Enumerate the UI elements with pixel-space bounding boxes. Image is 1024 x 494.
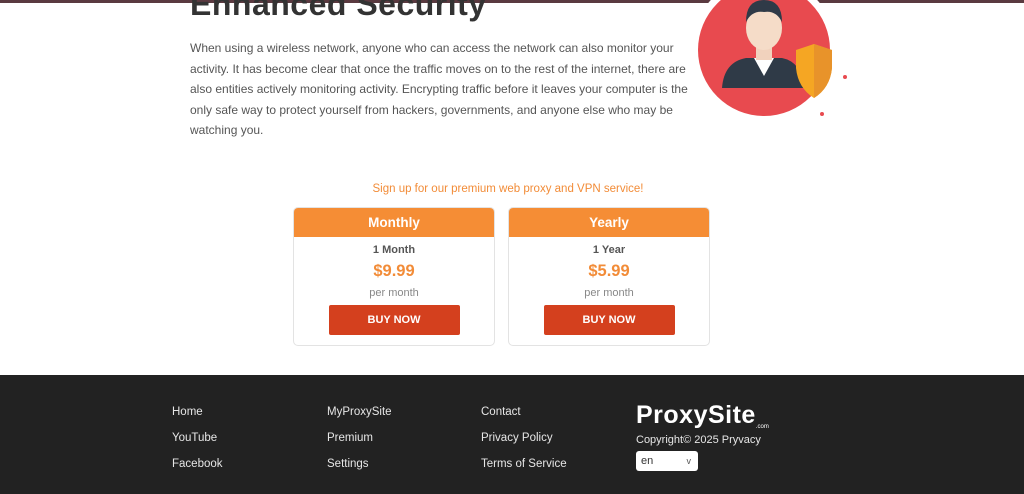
plan-period: per month — [369, 287, 419, 299]
footer-link-youtube[interactable]: YouTube — [172, 431, 223, 457]
signup-prompt: Sign up for our premium web proxy and VP… — [372, 183, 644, 195]
footer-column-2: MyProxySite Premium Settings — [327, 405, 392, 483]
plan-duration: 1 Year — [592, 244, 626, 256]
buy-now-button-yearly[interactable]: BUY NOW — [543, 305, 675, 335]
copyright-text: Copyright© 2025 Pryvacy — [636, 434, 761, 446]
security-illustration — [691, 0, 847, 123]
footer-column-1: Home YouTube Facebook — [172, 405, 223, 483]
plan-period: per month — [584, 287, 634, 299]
footer-link-home[interactable]: Home — [172, 405, 223, 431]
section-title: Enhanced Security — [190, 0, 487, 22]
buy-now-button-monthly[interactable]: BUY NOW — [328, 305, 460, 335]
proxysite-logo[interactable]: ProxySite.com — [636, 401, 769, 430]
footer-link-privacy-policy[interactable]: Privacy Policy — [481, 431, 567, 457]
footer-link-premium[interactable]: Premium — [327, 431, 392, 457]
footer: Home YouTube Facebook MyProxySite Premiu… — [0, 375, 1024, 494]
chevron-down-icon: v — [686, 456, 692, 466]
plan-duration: 1 Month — [372, 244, 416, 256]
plan-name: Monthly — [294, 208, 494, 237]
logo-text: ProxySite — [636, 401, 756, 429]
plan-price: $5.99 — [588, 262, 630, 280]
language-select[interactable]: en v — [636, 451, 698, 471]
plan-card-monthly: Monthly 1 Month $9.99 per month BUY NOW — [293, 207, 495, 346]
section-description: When using a wireless network, anyone wh… — [190, 41, 688, 137]
language-value: en — [641, 455, 654, 467]
footer-link-facebook[interactable]: Facebook — [172, 457, 223, 483]
plan-card-yearly: Yearly 1 Year $5.99 per month BUY NOW — [508, 207, 710, 346]
footer-column-3: Contact Privacy Policy Terms of Service — [481, 405, 567, 483]
footer-link-settings[interactable]: Settings — [327, 457, 392, 483]
footer-link-myproxysite[interactable]: MyProxySite — [327, 405, 392, 431]
plan-name: Yearly — [509, 208, 709, 237]
logo-suffix: .com — [755, 424, 769, 430]
footer-link-terms[interactable]: Terms of Service — [481, 457, 567, 483]
top-border — [0, 0, 1024, 3]
footer-link-contact[interactable]: Contact — [481, 405, 567, 431]
plan-price: $9.99 — [373, 262, 415, 280]
